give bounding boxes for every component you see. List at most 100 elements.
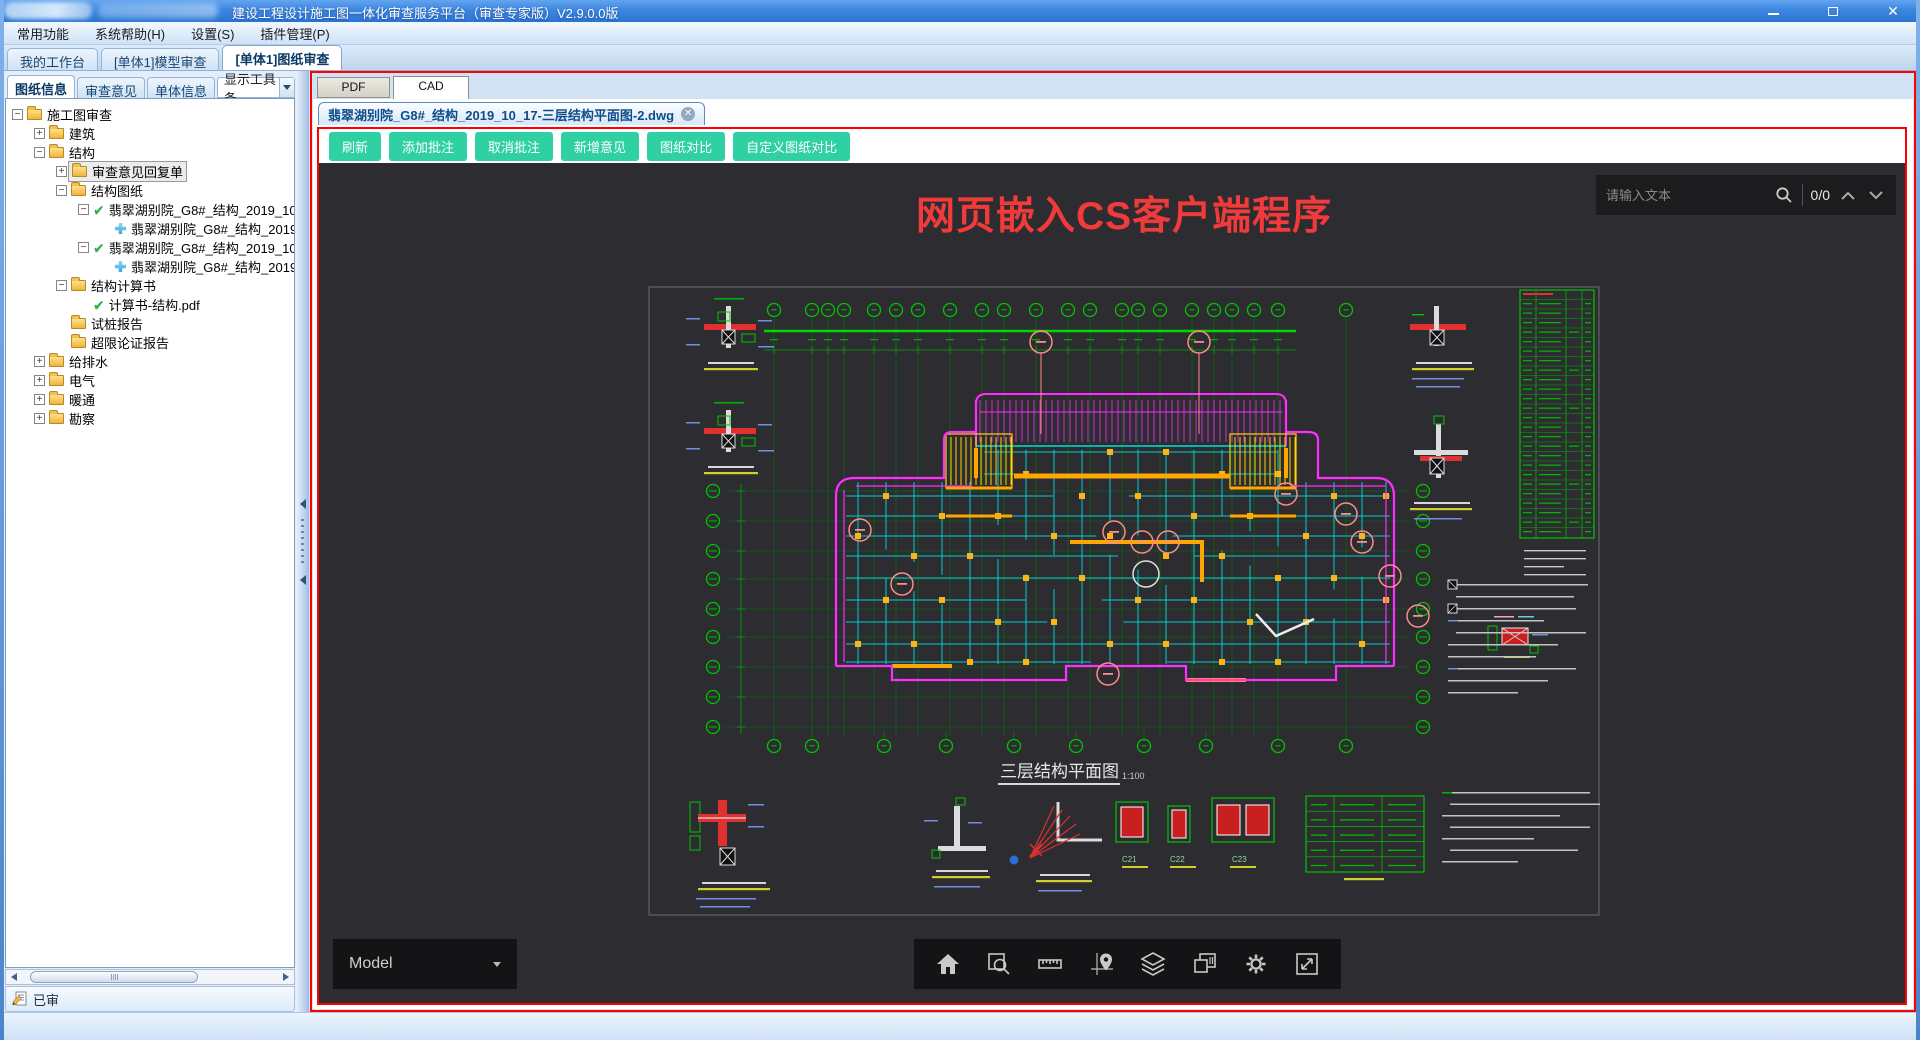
scroll-right-button[interactable] xyxy=(278,970,294,984)
collapse-left-icon[interactable] xyxy=(299,499,306,509)
expand-icon[interactable]: + xyxy=(34,375,45,386)
tab-unit-info[interactable]: 单体信息 xyxy=(147,77,216,99)
collapse-icon[interactable]: − xyxy=(78,204,89,215)
plus-icon xyxy=(115,223,126,234)
measure-button[interactable] xyxy=(1033,947,1067,981)
cad-canvas[interactable]: 网页嵌入CS客户端程序 0/0 xyxy=(319,163,1905,1003)
tab-my-workbench[interactable]: 我的工作台 xyxy=(7,48,99,70)
plus-icon xyxy=(115,261,126,272)
folder-icon xyxy=(49,144,64,158)
tree-item-architecture[interactable]: + 建筑 xyxy=(6,124,294,143)
window-title: 建设工程设计施工图一体化审查服务平台（审查专家版）V2.9.0.0版 xyxy=(232,6,619,21)
tree-item-survey[interactable]: + 勘察 xyxy=(6,409,294,428)
collapse-icon[interactable]: − xyxy=(78,242,89,253)
tab-model-review[interactable]: [单体1]模型审查 xyxy=(101,48,220,70)
tree-item-limit-report[interactable]: ·超限论证报告 xyxy=(6,333,294,352)
expand-icon[interactable]: + xyxy=(34,128,45,139)
divider xyxy=(1801,184,1803,206)
search-prev-button[interactable] xyxy=(1838,185,1858,205)
cad-drawing: 三层结构平面图 1:100 C21 C22 C23 xyxy=(648,286,1600,916)
section-label-c23: C23 xyxy=(1232,855,1247,864)
tree-item-dwg-1-child[interactable]: ·翡翠湖别院_G8#_结构_2019_10_1 xyxy=(6,219,294,238)
tree-item-root[interactable]: − 施工图审查 xyxy=(6,105,294,124)
document-title: 翡翠湖别院_G8#_结构_2019_10_17-三层结构平面图-2.dwg xyxy=(328,107,675,123)
maximize-button[interactable] xyxy=(1818,2,1848,20)
maximize-icon xyxy=(1828,6,1838,16)
tree-item-calc-pdf[interactable]: ·✔计算书-结构.pdf xyxy=(6,295,294,314)
tree-item-structure[interactable]: − 结构 xyxy=(6,143,294,162)
location-pin-icon xyxy=(1090,953,1113,975)
collapse-icon[interactable]: − xyxy=(56,280,67,291)
minimize-button[interactable] xyxy=(1758,2,1788,20)
tree-item-calc-book[interactable]: − 结构计算书 xyxy=(6,276,294,295)
ruler-icon xyxy=(1038,959,1063,969)
document-tab[interactable]: 翡翠湖别院_G8#_结构_2019_10_17-三层结构平面图-2.dwg ✕ xyxy=(318,102,706,125)
custom-compare-button[interactable]: 自定义图纸对比 xyxy=(733,131,851,161)
settings-button[interactable] xyxy=(1239,947,1273,981)
model-selector-label: Model xyxy=(349,955,393,972)
cad-toolbar: 刷新 添加批注 取消批注 新增意见 图纸对比 自定义图纸对比 xyxy=(319,129,1905,163)
menu-common-functions[interactable]: 常用功能 xyxy=(4,22,82,45)
add-annotation-button[interactable]: 添加批注 xyxy=(389,131,468,161)
overlay-banner: 网页嵌入CS客户端程序 xyxy=(916,195,1333,238)
scroll-track[interactable] xyxy=(22,971,278,983)
menu-plugin-manager[interactable]: 插件管理(P) xyxy=(247,22,342,45)
layers-button[interactable] xyxy=(1136,947,1170,981)
app-window: 建设工程设计施工图一体化审查服务平台（审查专家版）V2.9.0.0版 ✕ 常用功… xyxy=(0,0,1920,1040)
search-result-counter: 0/0 xyxy=(1810,187,1830,203)
tree-item-electrical[interactable]: + 电气 xyxy=(6,371,294,390)
tree-item-dwg-2[interactable]: −✔翡翠湖别院_G8#_结构_2019_10_17-三 xyxy=(6,238,294,257)
refresh-button[interactable]: 刷新 xyxy=(329,131,382,161)
collapse-left-icon-2[interactable] xyxy=(299,575,306,585)
drawing-compare-button[interactable]: 图纸对比 xyxy=(647,131,726,161)
zoom-window-button[interactable] xyxy=(982,947,1016,981)
tree-item-dwg-1[interactable]: −✔翡翠湖别院_G8#_结构_2019_10_17-三 xyxy=(6,200,294,219)
tree-item-review-reply[interactable]: + 审查意见回复单 xyxy=(6,161,294,182)
viewports-button[interactable] xyxy=(1188,947,1222,981)
chevron-down-icon xyxy=(1869,190,1883,199)
fullscreen-button[interactable] xyxy=(1290,947,1324,981)
coordinates-button[interactable] xyxy=(1085,947,1119,981)
search-next-button[interactable] xyxy=(1866,185,1886,205)
close-button[interactable]: ✕ xyxy=(1878,2,1908,20)
expand-icon[interactable]: + xyxy=(34,394,45,405)
folder-icon xyxy=(49,125,64,139)
splitter-grip[interactable] xyxy=(301,519,304,565)
home-icon xyxy=(936,954,959,974)
tree-item-structure-drawings[interactable]: − 结构图纸 xyxy=(6,181,294,200)
menu-system-help[interactable]: 系统帮助(H) xyxy=(82,22,178,45)
app-logo-redacted-2 xyxy=(98,3,218,18)
collapse-icon[interactable]: − xyxy=(56,185,67,196)
collapse-icon[interactable]: − xyxy=(12,109,23,120)
expand-icon[interactable]: + xyxy=(34,413,45,424)
tab-review-comments[interactable]: 审查意见 xyxy=(77,77,146,99)
tab-cad[interactable]: CAD xyxy=(393,76,469,99)
close-document-icon[interactable]: ✕ xyxy=(681,107,696,121)
tree-item-plumbing[interactable]: + 给排水 xyxy=(6,352,294,371)
search-icon[interactable] xyxy=(1774,185,1794,205)
search-input[interactable] xyxy=(1606,187,1766,203)
tree-item-hvac[interactable]: + 暖通 xyxy=(6,390,294,409)
scroll-left-button[interactable] xyxy=(6,970,22,984)
expand-icon[interactable]: + xyxy=(34,356,45,367)
tree-item-dwg-2-child[interactable]: ·翡翠湖别院_G8#_结构_2019_10_1 xyxy=(6,257,294,276)
new-comment-button[interactable]: 新增意见 xyxy=(561,131,640,161)
collapse-icon[interactable]: − xyxy=(34,147,45,158)
combo-dropdown-button[interactable] xyxy=(279,78,294,97)
tab-drawing-info[interactable]: 图纸信息 xyxy=(7,75,76,98)
tab-drawing-review[interactable]: [单体1]图纸审查 xyxy=(222,45,343,70)
menu-settings[interactable]: 设置(S) xyxy=(178,22,247,45)
menu-bar: 常用功能 系统帮助(H) 设置(S) 插件管理(P) xyxy=(4,22,1916,45)
panel-splitter[interactable] xyxy=(296,71,309,1012)
expand-icon[interactable]: + xyxy=(56,166,67,177)
folder-icon xyxy=(49,372,64,386)
model-space-selector[interactable]: Model xyxy=(333,939,517,989)
scroll-thumb[interactable] xyxy=(30,971,198,983)
toolbar-visibility-combo[interactable]: 显示工具条 xyxy=(217,72,295,106)
home-view-button[interactable] xyxy=(931,947,965,981)
tree-horizontal-scrollbar[interactable] xyxy=(5,969,295,985)
tree-item-pile-report[interactable]: ·试桩报告 xyxy=(6,314,294,333)
cancel-annotation-button[interactable]: 取消批注 xyxy=(475,131,554,161)
tab-pdf[interactable]: PDF xyxy=(317,77,390,98)
file-tree: − 施工图审查 + 建筑 − 结构 + 审查意见回复单 − 结构图纸 − ✔ 翡翠湖别院_G8… xyxy=(5,98,295,968)
